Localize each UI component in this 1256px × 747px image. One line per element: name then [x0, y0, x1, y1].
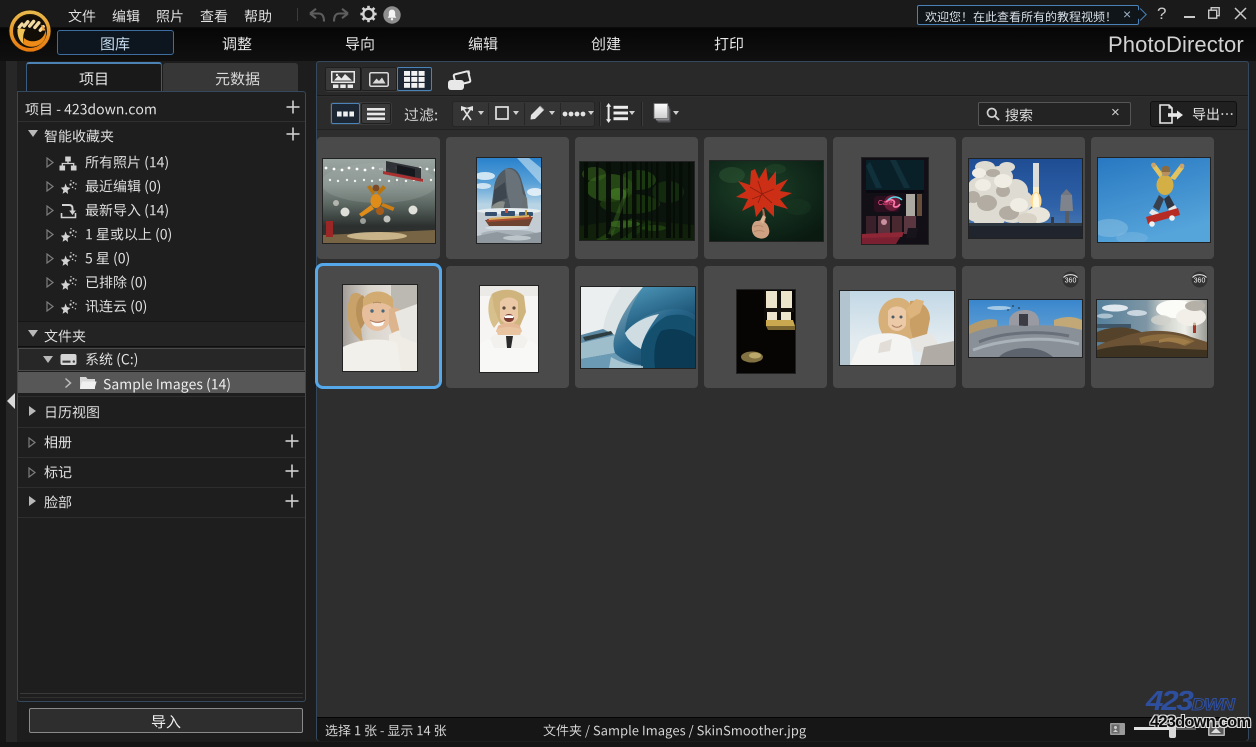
svg-text:360: 360 — [1065, 278, 1077, 285]
svg-text:360: 360 — [1194, 278, 1206, 285]
